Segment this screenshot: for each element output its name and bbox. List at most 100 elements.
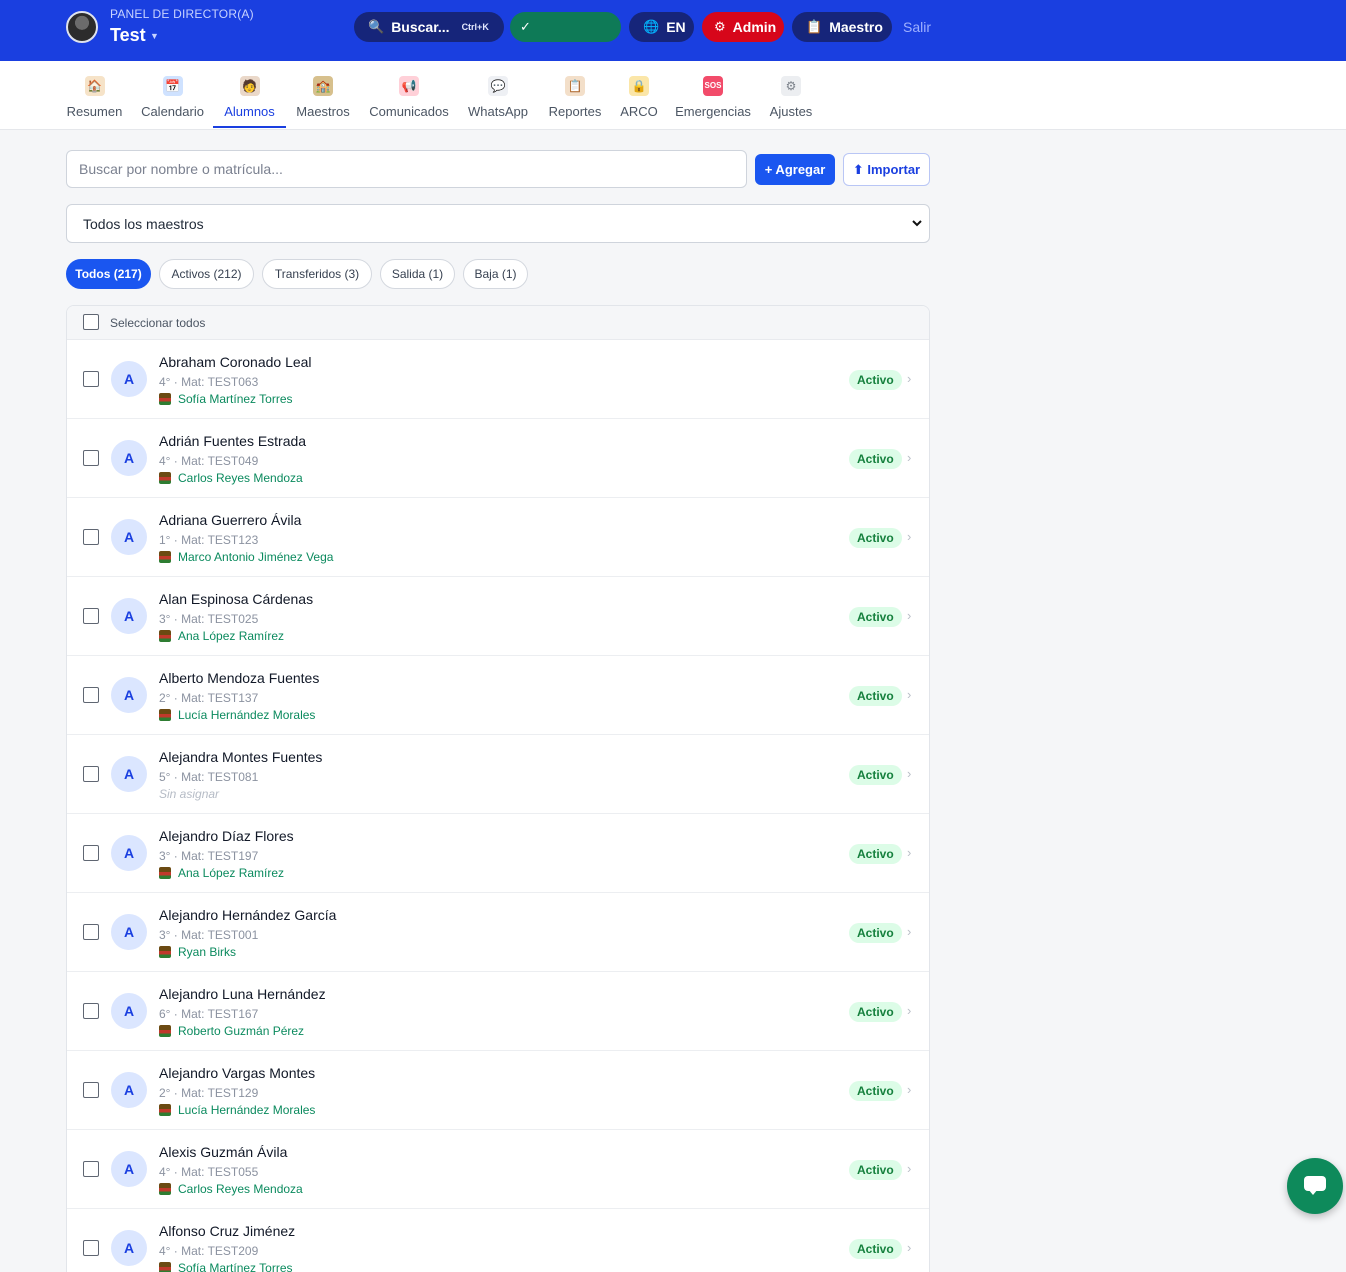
tab-whatsapp[interactable]: 💬 WhatsApp bbox=[467, 61, 529, 130]
calendar-icon: 📅 bbox=[162, 76, 183, 96]
row-checkbox[interactable] bbox=[83, 1003, 99, 1019]
check-icon: ✓ bbox=[520, 19, 531, 34]
tab-ajustes[interactable]: ⚙ Ajustes bbox=[769, 61, 813, 130]
active-tab-indicator bbox=[213, 126, 286, 128]
student-name: Abraham Coronado Leal bbox=[159, 354, 312, 370]
logout-link[interactable]: Salir bbox=[903, 19, 931, 35]
shortcut-hint: Ctrl+K bbox=[461, 22, 489, 32]
teacher-icon bbox=[159, 1104, 171, 1116]
student-meta: 4° · Mat: TEST049 bbox=[159, 454, 259, 468]
row-checkbox[interactable] bbox=[83, 608, 99, 624]
row-checkbox[interactable] bbox=[83, 1082, 99, 1098]
student-row[interactable]: A Abraham Coronado Leal 4° · Mat: TEST063 S… bbox=[67, 340, 929, 419]
global-search-button[interactable]: 🔍 Buscar... Ctrl+K bbox=[354, 12, 504, 42]
clipboard-small-icon: 📋 bbox=[806, 19, 823, 34]
teacher-label: Maestro bbox=[829, 19, 883, 35]
teacher-name: Sofía Martínez Torres bbox=[178, 1261, 293, 1272]
chat-fab-button[interactable] bbox=[1287, 1158, 1343, 1214]
student-row[interactable]: A Adriana Guerrero Ávila 1° · Mat: TEST123… bbox=[67, 498, 929, 577]
status-badge: Activo bbox=[849, 370, 902, 390]
select-all-label: Seleccionar todos bbox=[110, 316, 206, 330]
filter-chip-activos[interactable]: Activos (212) bbox=[159, 259, 254, 289]
tab-alumnos[interactable]: 🧑 Alumnos bbox=[213, 61, 286, 130]
student-row[interactable]: A Alexis Guzmán Ávila 4° · Mat: TEST055 Car… bbox=[67, 1130, 929, 1209]
user-avatar[interactable] bbox=[66, 11, 98, 43]
tab-reportes[interactable]: 📋 Reportes bbox=[548, 61, 602, 130]
student-row[interactable]: A Alejandro Díaz Flores 3° · Mat: TEST197 A… bbox=[67, 814, 929, 893]
tab-label: ARCO bbox=[620, 104, 658, 119]
tab-label: Comunicados bbox=[369, 104, 449, 119]
gear-small-icon: ⚙ bbox=[714, 19, 726, 34]
tab-label: Reportes bbox=[548, 104, 602, 119]
chevron-right-icon: › bbox=[907, 1003, 912, 1018]
teacher-name: Sofía Martínez Torres bbox=[178, 392, 293, 406]
globe-icon: 🌐 bbox=[643, 19, 660, 34]
tab-label: Calendario bbox=[141, 104, 204, 119]
student-row[interactable]: A Alejandro Hernández García 3° · Mat: TES… bbox=[67, 893, 929, 972]
teacher-name: Sin asignar bbox=[159, 787, 220, 801]
top-header-bar: PANEL DE DIRECTOR(A) Test ▼ 🔍 Buscar... … bbox=[0, 0, 1346, 61]
status-badge: Activo bbox=[849, 1002, 902, 1022]
filter-chip-todos[interactable]: Todos (217) bbox=[66, 259, 151, 289]
avatar: A bbox=[111, 1151, 147, 1187]
global-search-label: Buscar... bbox=[391, 19, 450, 35]
student-meta: 3° · Mat: TEST025 bbox=[159, 612, 259, 626]
assigned-teacher: Roberto Guzmán Pérez bbox=[159, 1024, 304, 1038]
student-row[interactable]: A Alberto Mendoza Fuentes 2° · Mat: TEST13… bbox=[67, 656, 929, 735]
row-checkbox[interactable] bbox=[83, 371, 99, 387]
language-toggle[interactable]: 🌐 EN bbox=[629, 12, 694, 42]
caret-down-icon[interactable]: ▼ bbox=[150, 31, 159, 41]
student-meta: 3° · Mat: TEST197 bbox=[159, 849, 259, 863]
row-checkbox[interactable] bbox=[83, 766, 99, 782]
row-checkbox[interactable] bbox=[83, 687, 99, 703]
student-row[interactable]: A Alejandro Luna Hernández 6° · Mat: TEST1… bbox=[67, 972, 929, 1051]
assigned-teacher: Ana López Ramírez bbox=[159, 866, 284, 880]
avatar: A bbox=[111, 1072, 147, 1108]
teacher-mode-button[interactable]: 📋 Maestro bbox=[792, 12, 892, 42]
status-badge: Activo bbox=[849, 1081, 902, 1101]
status-indicator[interactable]: ✓ bbox=[510, 12, 621, 42]
row-checkbox[interactable] bbox=[83, 529, 99, 545]
student-row[interactable]: A Adrián Fuentes Estrada 4° · Mat: TEST049… bbox=[67, 419, 929, 498]
row-checkbox[interactable] bbox=[83, 924, 99, 940]
tab-label: Ajustes bbox=[769, 104, 813, 119]
add-student-button[interactable]: + Agregar bbox=[755, 154, 835, 185]
school-name[interactable]: Test bbox=[110, 25, 146, 46]
student-row[interactable]: A Alejandro Vargas Montes 2° · Mat: TEST12… bbox=[67, 1051, 929, 1130]
assigned-teacher: Carlos Reyes Mendoza bbox=[159, 471, 303, 485]
teacher-icon bbox=[159, 472, 171, 484]
admin-mode-button[interactable]: ⚙ Admin bbox=[702, 12, 784, 42]
student-row[interactable]: A Alan Espinosa Cárdenas 3° · Mat: TEST025… bbox=[67, 577, 929, 656]
student-row[interactable]: A Alfonso Cruz Jiménez 4° · Mat: TEST209 So… bbox=[67, 1209, 929, 1272]
tab-emergencias[interactable]: SOS Emergencias bbox=[675, 61, 751, 130]
tab-maestros[interactable]: 🏫 Maestros bbox=[296, 61, 350, 130]
panel-label: PANEL DE DIRECTOR(A) bbox=[110, 7, 254, 21]
row-checkbox[interactable] bbox=[83, 1240, 99, 1256]
student-name: Alejandra Montes Fuentes bbox=[159, 749, 323, 765]
filter-chip-salida[interactable]: Salida (1) bbox=[380, 259, 455, 289]
assigned-teacher: Ryan Birks bbox=[159, 945, 236, 959]
filter-chip-transferidos[interactable]: Transferidos (3) bbox=[262, 259, 372, 289]
chevron-right-icon: › bbox=[907, 1240, 912, 1255]
main-nav: 🏠 Resumen 📅 Calendario 🧑 Alumnos 🏫 Maest… bbox=[0, 61, 1346, 130]
chevron-right-icon: › bbox=[907, 608, 912, 623]
tab-resumen[interactable]: 🏠 Resumen bbox=[66, 61, 123, 130]
student-search-input[interactable] bbox=[66, 150, 747, 188]
status-badge: Activo bbox=[849, 765, 902, 785]
tab-comunicados[interactable]: 📢 Comunicados bbox=[369, 61, 449, 130]
teacher-icon bbox=[159, 867, 171, 879]
assigned-teacher: Sofía Martínez Torres bbox=[159, 1261, 293, 1272]
avatar: A bbox=[111, 835, 147, 871]
select-all-checkbox[interactable] bbox=[83, 314, 99, 330]
student-row[interactable]: A Alejandra Montes Fuentes 5° · Mat: TEST0… bbox=[67, 735, 929, 814]
teacher-filter-select[interactable]: Todos los maestros bbox=[66, 204, 930, 243]
row-checkbox[interactable] bbox=[83, 845, 99, 861]
row-checkbox[interactable] bbox=[83, 1161, 99, 1177]
import-button[interactable]: ⬆ Importar bbox=[843, 153, 930, 186]
filter-chip-baja[interactable]: Baja (1) bbox=[463, 259, 528, 289]
row-checkbox[interactable] bbox=[83, 450, 99, 466]
sos-icon: SOS bbox=[703, 76, 723, 96]
avatar: A bbox=[111, 598, 147, 634]
tab-arco[interactable]: 🔒 ARCO bbox=[620, 61, 658, 130]
tab-calendario[interactable]: 📅 Calendario bbox=[141, 61, 204, 130]
